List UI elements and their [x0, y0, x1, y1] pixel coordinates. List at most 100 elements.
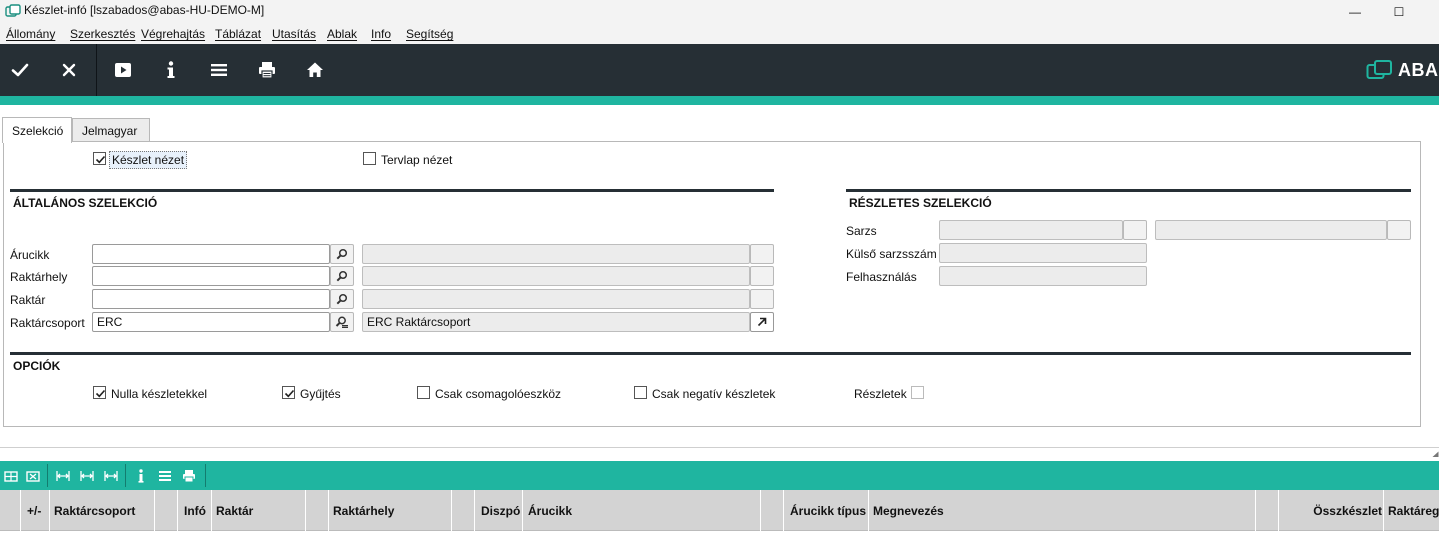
column-header-osszkeszlet[interactable]: Összkészlet	[1284, 490, 1382, 531]
window-title: Készlet-infó [lszabados@abas-HU-DEMO-M]	[24, 3, 265, 17]
raktarhely-link-button[interactable]	[750, 266, 774, 286]
toolbar-separator	[125, 464, 126, 487]
arucikk-input[interactable]	[92, 244, 330, 264]
sarzs-input[interactable]	[939, 220, 1123, 240]
menu-icon[interactable]	[203, 54, 235, 86]
grid-toolbar	[0, 461, 1439, 490]
delete-row-icon[interactable]	[24, 467, 42, 485]
close-icon[interactable]	[53, 54, 85, 86]
maximize-button[interactable]: ☐	[1376, 0, 1422, 24]
column-header-arucikk-tipus[interactable]: Árucikk típus	[790, 490, 868, 531]
csak-csomagoloeszkoz-label[interactable]: Csak csomagolóeszköz	[435, 387, 561, 401]
arucikk-link-button[interactable]	[750, 244, 774, 264]
insert-row-icon[interactable]	[2, 467, 20, 485]
menu-tablazat[interactable]: Táblázat	[215, 27, 261, 41]
menu-szerkesztes[interactable]: Szerkesztés	[70, 27, 135, 41]
sarzs-description	[1155, 220, 1387, 240]
minimize-button[interactable]: —	[1332, 0, 1378, 24]
tab-jelmagyar[interactable]: Jelmagyar	[72, 118, 150, 142]
tab-label: Szelekció	[12, 123, 64, 138]
raktarcsoport-description: ERC Raktárcsoport	[362, 312, 750, 332]
tab-szelekcio[interactable]: Szelekció	[2, 117, 72, 143]
column-header[interactable]	[1256, 490, 1278, 531]
arucikk-description	[362, 244, 750, 264]
splitter[interactable]	[0, 447, 1439, 461]
raktarcsoport-label: Raktárcsoport	[10, 316, 85, 330]
sarzs-label: Sarzs	[846, 224, 877, 238]
csak-negativ-keszletek-label[interactable]: Csak negatív készletek	[652, 387, 775, 401]
menu-info[interactable]: Info	[371, 27, 391, 41]
reszletek-label: Részletek	[854, 387, 907, 401]
sarzs-link-button[interactable]	[1387, 220, 1411, 240]
home-icon[interactable]	[299, 54, 331, 86]
menu-icon[interactable]	[156, 467, 174, 485]
gyujtes-checkbox[interactable]	[282, 386, 295, 399]
menu-segitseg[interactable]: Segítség	[406, 27, 453, 41]
column-header[interactable]	[155, 490, 177, 531]
menu-ablak[interactable]: Ablak	[327, 27, 357, 41]
kulso-sarzsszam-input[interactable]	[939, 243, 1147, 263]
felhasznalas-input[interactable]	[939, 266, 1147, 286]
tervlap-nezet-label[interactable]: Tervlap nézet	[381, 153, 452, 167]
search-list-icon[interactable]	[330, 312, 354, 332]
column-header[interactable]	[0, 490, 20, 531]
print-icon[interactable]	[251, 54, 283, 86]
gyujtes-label[interactable]: Gyűjtés	[300, 387, 341, 401]
nulla-keszletekkel-label[interactable]: Nulla készletekkel	[111, 387, 207, 401]
tab-label: Jelmagyar	[82, 123, 138, 138]
info-icon[interactable]	[155, 54, 187, 86]
search-icon[interactable]	[330, 266, 354, 286]
menu-allomany[interactable]: Állomány	[6, 27, 55, 41]
section-divider	[846, 189, 1411, 192]
column-header-diszpo[interactable]: Diszpó	[481, 490, 521, 531]
tervlap-nezet-checkbox[interactable]	[363, 152, 376, 165]
arucikk-label: Árucikk	[10, 248, 50, 262]
keszlet-nezet-label[interactable]: Készlet nézet	[109, 151, 188, 169]
column-header-info[interactable]: Infó	[184, 490, 210, 531]
column-header-raktarcsoport[interactable]: Raktárcsoport	[54, 490, 154, 531]
detailed-selection-title: RÉSZLETES SZELEKCIÓ	[849, 196, 992, 210]
menu-vegrehajtas[interactable]: Végrehajtás	[141, 27, 205, 41]
raktarhely-input[interactable]	[92, 266, 330, 286]
csak-csomagoloeszkoz-checkbox[interactable]	[417, 386, 430, 399]
raktar-input[interactable]	[92, 289, 330, 309]
toolbar-separator	[47, 464, 48, 487]
col-width-icon[interactable]	[54, 467, 72, 485]
brand-name: ABA	[1398, 59, 1439, 80]
col-reset-icon[interactable]	[102, 467, 120, 485]
print-icon[interactable]	[180, 467, 198, 485]
menu-utasitas[interactable]: Utasítás	[272, 27, 316, 41]
play-icon[interactable]	[107, 54, 139, 86]
toolbar-separator	[205, 464, 206, 487]
column-header-raktareg[interactable]: Raktáreg	[1388, 490, 1439, 531]
column-header-raktarhely[interactable]: Raktárhely	[333, 490, 451, 531]
general-selection-title: ÁLTALÁNOS SZELEKCIÓ	[13, 196, 158, 210]
csak-negativ-keszletek-checkbox[interactable]	[634, 386, 647, 399]
nulla-keszletekkel-checkbox[interactable]	[93, 386, 106, 399]
keszlet-nezet-checkbox[interactable]	[93, 152, 106, 165]
column-header[interactable]	[306, 490, 328, 531]
raktarcsoport-input[interactable]: ERC	[92, 312, 330, 332]
column-header[interactable]	[452, 490, 474, 531]
section-divider	[10, 352, 1411, 355]
column-header-arucikk[interactable]: Árucikk	[528, 490, 760, 531]
search-icon[interactable]	[330, 289, 354, 309]
raktar-description	[362, 289, 750, 309]
accent-strip	[0, 96, 1439, 105]
arrow-up-right-icon[interactable]	[750, 312, 774, 332]
column-header-raktar[interactable]: Raktár	[216, 490, 304, 531]
column-header[interactable]	[761, 490, 783, 531]
main-toolbar: ABA	[0, 44, 1439, 96]
raktar-label: Raktár	[10, 293, 46, 307]
sarzs-button[interactable]	[1123, 220, 1147, 240]
raktarhely-label: Raktárhely	[10, 270, 68, 284]
reszletek-checkbox[interactable]	[911, 386, 924, 399]
raktar-link-button[interactable]	[750, 289, 774, 309]
options-title: OPCIÓK	[13, 359, 61, 373]
column-header-megnevezes[interactable]: Megnevezés	[873, 490, 1255, 531]
col-fit-icon[interactable]	[78, 467, 96, 485]
check-icon[interactable]	[4, 54, 36, 86]
search-icon[interactable]	[330, 244, 354, 264]
info-icon[interactable]	[132, 467, 150, 485]
column-header-plusminus[interactable]: +/-	[27, 490, 49, 531]
